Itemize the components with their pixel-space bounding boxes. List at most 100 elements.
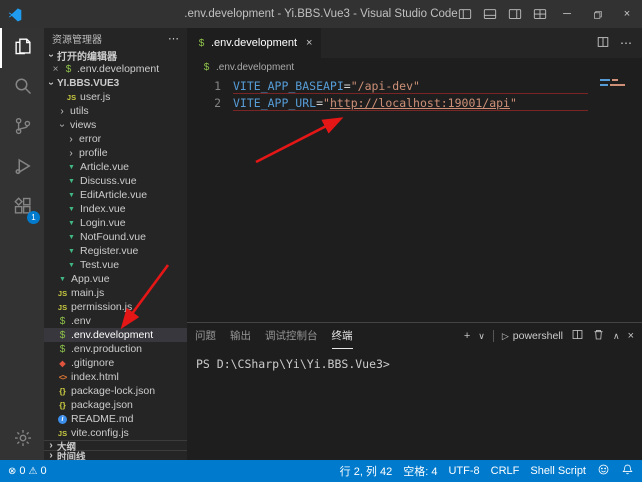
- more-actions-icon[interactable]: ⋯: [620, 36, 632, 50]
- activity-explorer[interactable]: [0, 28, 44, 68]
- activity-settings[interactable]: [0, 420, 44, 460]
- tab-close-icon[interactable]: ×: [306, 37, 312, 49]
- feedback-icon[interactable]: [597, 463, 610, 479]
- tree-item-readme-md[interactable]: iREADME.md: [44, 412, 187, 426]
- tree-item-label: Index.vue: [80, 203, 126, 215]
- code-token: http://localhost:19001/api: [330, 96, 510, 110]
- eol[interactable]: CRLF: [491, 465, 520, 477]
- tree-item-label: vite.config.js: [71, 427, 129, 439]
- bottom-panel: 问题输出调试控制台终端 + ∨ ▷ powershell ∧ ×: [187, 322, 642, 460]
- terminal-dropdown-icon[interactable]: ∨: [478, 331, 485, 342]
- minimize-button[interactable]: ─: [552, 0, 582, 28]
- title-bar: .env.development - Yi.BBS.Vue3 - Visual …: [0, 0, 642, 28]
- vue-file-icon: ▼: [57, 276, 68, 283]
- split-terminal-icon[interactable]: [571, 328, 584, 344]
- activity-bar: 1: [0, 28, 44, 460]
- tab-env-development[interactable]: $ .env.development ×: [187, 28, 321, 58]
- minimap[interactable]: [600, 79, 638, 86]
- panel-actions-divider: [493, 330, 494, 342]
- js-file-icon: JS: [66, 93, 77, 102]
- split-editor-icon[interactable]: [596, 35, 610, 52]
- tree-item-label: App.vue: [71, 273, 110, 285]
- maximize-button[interactable]: [582, 0, 612, 28]
- tree-item--env[interactable]: $.env: [44, 314, 187, 328]
- tree-item-main-js[interactable]: JSmain.js: [44, 286, 187, 300]
- tree-item--env-development[interactable]: $.env.development: [44, 328, 187, 342]
- tree-item-discuss-vue[interactable]: ▼Discuss.vue: [44, 174, 187, 188]
- new-terminal-icon[interactable]: +: [464, 330, 470, 342]
- panel-tab-problems[interactable]: 问题: [195, 323, 216, 349]
- tree-item-test-vue[interactable]: ▼Test.vue: [44, 258, 187, 272]
- toggle-panel-button[interactable]: [477, 0, 502, 28]
- activity-search[interactable]: [0, 68, 44, 108]
- code-token: VITE_APP_URL: [233, 96, 316, 110]
- code-token: ": [323, 96, 330, 110]
- tree-item-profile[interactable]: ›profile: [44, 146, 187, 160]
- tree-item-error[interactable]: ›error: [44, 132, 187, 146]
- customize-layout-button[interactable]: [527, 0, 552, 28]
- code-line-2[interactable]: 2VITE_APP_URL="http://localhost:19001/ap…: [187, 95, 642, 112]
- breadcrumb[interactable]: $ .env.development: [187, 58, 642, 76]
- tree-item-label: package.json: [71, 399, 133, 411]
- activity-source-control[interactable]: [0, 108, 44, 148]
- close-icon[interactable]: ×: [51, 64, 60, 75]
- panel-tab-output[interactable]: 输出: [230, 323, 251, 349]
- tree-item-label: EditArticle.vue: [80, 189, 147, 201]
- activity-run-debug[interactable]: [0, 148, 44, 188]
- toggle-secondary-sidebar-button[interactable]: [502, 0, 527, 28]
- tree-item-index-html[interactable]: <>index.html: [44, 370, 187, 384]
- open-editors-section-header[interactable]: › 打开的编辑器: [44, 48, 187, 62]
- tree-item-permission-js[interactable]: JSpermission.js: [44, 300, 187, 314]
- chevron-down-icon: ›: [46, 78, 57, 88]
- indentation[interactable]: 空格: 4: [403, 463, 437, 479]
- chevron-down-icon: ›: [57, 120, 68, 130]
- project-section-header[interactable]: › YI.BBS.VUE3: [44, 76, 187, 90]
- panel-tab-terminal[interactable]: 终端: [332, 323, 353, 349]
- json-file-icon: {}: [57, 386, 68, 396]
- code-token: ": [510, 96, 517, 110]
- open-editor-label: .env.development: [77, 63, 159, 75]
- js-file-icon: JS: [57, 303, 68, 312]
- close-window-button[interactable]: ×: [612, 0, 642, 28]
- tree-item-article-vue[interactable]: ▼Article.vue: [44, 160, 187, 174]
- toggle-sidebar-button[interactable]: [452, 0, 477, 28]
- tree-item-package-json[interactable]: {}package.json: [44, 398, 187, 412]
- tree-item--gitignore[interactable]: ◆.gitignore: [44, 356, 187, 370]
- open-editor-item-env-development[interactable]: × $ .env.development: [44, 62, 187, 76]
- tree-item-label: NotFound.vue: [80, 231, 146, 243]
- tree-item-login-vue[interactable]: ▼Login.vue: [44, 216, 187, 230]
- tree-item-notfound-vue[interactable]: ▼NotFound.vue: [44, 230, 187, 244]
- editor-code-area[interactable]: 1VITE_APP_BASEAPI="/api-dev"2VITE_APP_UR…: [187, 76, 642, 322]
- terminal-tab-powershell[interactable]: ▷ powershell: [502, 330, 563, 342]
- tree-item-views[interactable]: ›views: [44, 118, 187, 132]
- activity-extensions[interactable]: 1: [0, 188, 44, 228]
- cursor-position[interactable]: 行 2, 列 42: [340, 463, 393, 479]
- panel-tab-debug-console[interactable]: 调试控制台: [265, 323, 318, 349]
- tree-item-label: user.js: [80, 91, 110, 103]
- terminal-output[interactable]: PS D:\CSharp\Yi\Yi.BBS.Vue3>: [187, 349, 642, 460]
- tree-item-utils[interactable]: ›utils: [44, 104, 187, 118]
- vue-file-icon: ▼: [66, 206, 77, 213]
- kill-terminal-icon[interactable]: [592, 328, 605, 344]
- tree-item-app-vue[interactable]: ▼App.vue: [44, 272, 187, 286]
- tree-item-index-vue[interactable]: ▼Index.vue: [44, 202, 187, 216]
- chevron-right-icon: ›: [46, 450, 56, 460]
- tree-item-register-vue[interactable]: ▼Register.vue: [44, 244, 187, 258]
- language-mode[interactable]: Shell Script: [530, 465, 586, 477]
- code-line-1[interactable]: 1VITE_APP_BASEAPI="/api-dev": [187, 78, 642, 95]
- close-panel-icon[interactable]: ×: [628, 330, 634, 342]
- timeline-section-header[interactable]: › 时间线: [44, 450, 187, 460]
- tree-item-label: Discuss.vue: [80, 175, 137, 187]
- tree-item-user-js[interactable]: JSuser.js: [44, 90, 187, 104]
- chevron-right-icon: ›: [57, 106, 67, 117]
- project-header-label: YI.BBS.VUE3: [57, 78, 119, 89]
- tree-item--env-production[interactable]: $.env.production: [44, 342, 187, 356]
- tree-item-package-lock-json[interactable]: {}package-lock.json: [44, 384, 187, 398]
- encoding[interactable]: UTF-8: [448, 465, 479, 477]
- more-actions-icon[interactable]: ⋯: [168, 32, 179, 45]
- maximize-panel-icon[interactable]: ∧: [613, 331, 620, 342]
- tree-item-editarticle-vue[interactable]: ▼EditArticle.vue: [44, 188, 187, 202]
- code-lines: 1VITE_APP_BASEAPI="/api-dev"2VITE_APP_UR…: [187, 78, 642, 112]
- notifications-bell-icon[interactable]: [621, 463, 634, 479]
- problems-indicator[interactable]: ⊗ 0 ⚠ 0: [8, 465, 47, 477]
